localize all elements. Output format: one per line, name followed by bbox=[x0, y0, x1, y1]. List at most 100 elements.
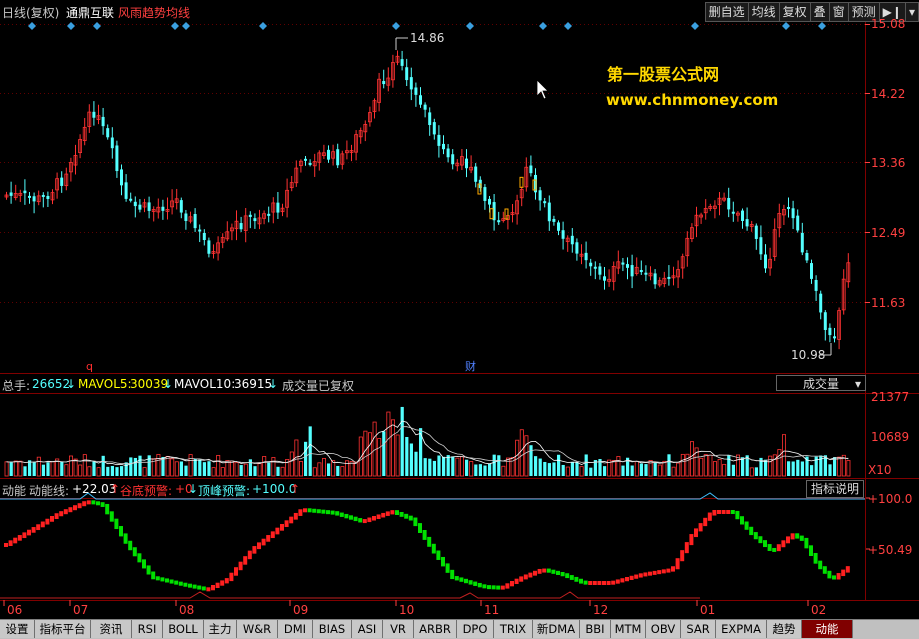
candle-body bbox=[796, 215, 800, 231]
tab-6[interactable]: W&R bbox=[237, 620, 278, 638]
mavol5-label: MAVOL5: bbox=[78, 377, 132, 391]
momentum-segment bbox=[473, 581, 478, 586]
candle-body bbox=[124, 182, 128, 199]
momentum-segment bbox=[303, 508, 307, 513]
tab-20[interactable]: 趋势 bbox=[767, 620, 802, 638]
momentum-segment bbox=[344, 513, 349, 519]
svg-text:13.36: 13.36 bbox=[871, 156, 905, 170]
momentum-segment bbox=[243, 556, 248, 565]
candle-body bbox=[147, 202, 151, 211]
candle-body bbox=[626, 264, 629, 268]
tab-1[interactable]: 指标平台 bbox=[35, 620, 91, 638]
signal-diamond-icon bbox=[818, 22, 826, 30]
tab-15[interactable]: BBI bbox=[580, 620, 611, 638]
volume-bar bbox=[653, 462, 657, 476]
momentum-segment bbox=[546, 568, 551, 573]
volume-bar bbox=[442, 456, 446, 476]
momentum-segment bbox=[459, 577, 464, 582]
tab-21[interactable]: 动能 bbox=[802, 620, 853, 638]
momentum-segment bbox=[174, 580, 179, 585]
volume-bar bbox=[60, 461, 64, 476]
momentum-segment bbox=[551, 569, 556, 574]
volume-bar bbox=[575, 462, 579, 476]
tab-16[interactable]: MTM bbox=[611, 620, 646, 638]
volume-bar bbox=[680, 453, 685, 477]
candle-body bbox=[198, 229, 202, 232]
highlight-candle bbox=[489, 208, 494, 220]
tab-10[interactable]: VR bbox=[383, 620, 414, 638]
tab-17[interactable]: OBV bbox=[646, 620, 681, 638]
indicator-panel-name[interactable]: 动能 bbox=[2, 482, 26, 499]
volume-bar bbox=[64, 464, 69, 477]
volume-bar bbox=[308, 426, 312, 476]
momentum-segment bbox=[8, 540, 13, 546]
momentum-segment bbox=[289, 516, 294, 524]
momentum-segment bbox=[611, 580, 616, 585]
momentum-segment bbox=[404, 513, 409, 519]
tab-19[interactable]: EXPMA bbox=[716, 620, 767, 638]
candle-body bbox=[193, 214, 197, 229]
momentum-segment bbox=[519, 576, 524, 582]
momentum-segment bbox=[661, 569, 666, 574]
candle-body bbox=[754, 225, 758, 239]
volume-bar bbox=[657, 464, 662, 477]
tab-5[interactable]: 主力 bbox=[204, 620, 237, 638]
volume-bar bbox=[304, 441, 308, 476]
tab-14[interactable]: 新DMA bbox=[533, 620, 580, 638]
tab-9[interactable]: ASI bbox=[352, 620, 383, 638]
tab-8[interactable]: BIAS bbox=[313, 620, 352, 638]
momentum-segment bbox=[721, 510, 726, 514]
volume-bar bbox=[280, 466, 285, 477]
candle-body bbox=[409, 77, 413, 90]
tab-18[interactable]: SAR bbox=[681, 620, 716, 638]
tab-7[interactable]: DMI bbox=[278, 620, 313, 638]
tab-0[interactable]: 设置 bbox=[0, 620, 35, 638]
momentum-segment bbox=[643, 572, 648, 577]
volume-bar bbox=[731, 464, 735, 476]
tab-3[interactable]: RSI bbox=[132, 620, 163, 638]
stock-chart[interactable]: 06 07 08 09 10 11 12 01 02 14.86 10.98 q 财 第一股票公… bbox=[0, 0, 919, 619]
volume-bar bbox=[317, 462, 322, 477]
momentum-segment bbox=[192, 584, 197, 589]
finance-marker[interactable]: 财 bbox=[465, 359, 476, 373]
momentum-segment bbox=[234, 567, 238, 576]
momentum-segment bbox=[698, 523, 703, 532]
candle-body bbox=[28, 195, 31, 198]
volume-bar bbox=[23, 466, 27, 476]
tab-11[interactable]: ARBR bbox=[414, 620, 457, 638]
momentum-segment bbox=[316, 509, 321, 514]
momentum-segment bbox=[358, 518, 363, 523]
tab-13[interactable]: TRIX bbox=[494, 620, 533, 638]
candle-body bbox=[115, 145, 119, 172]
momentum-segment bbox=[220, 580, 225, 586]
momentum-segment bbox=[615, 579, 620, 584]
candle-body bbox=[161, 206, 165, 211]
volume-bar bbox=[703, 454, 708, 477]
momentum-segment bbox=[832, 575, 836, 580]
low-price-label: 10.98 bbox=[791, 348, 825, 362]
volume-bar bbox=[409, 443, 413, 476]
candle-body bbox=[202, 232, 206, 241]
momentum-segment bbox=[413, 517, 418, 527]
volume-total-value: 26652 bbox=[32, 377, 71, 391]
momentum-segment bbox=[574, 576, 579, 582]
tab-2[interactable]: 资讯 bbox=[91, 620, 132, 638]
momentum-segment bbox=[689, 534, 694, 546]
candle-body bbox=[653, 273, 657, 285]
momentum-segment bbox=[510, 581, 514, 587]
volume-bar bbox=[188, 454, 193, 477]
volume-note: 成交量已复权 bbox=[282, 379, 355, 393]
volume-bar bbox=[634, 461, 639, 477]
momentum-segment bbox=[786, 536, 790, 544]
tab-4[interactable]: BOLL bbox=[163, 620, 204, 638]
momentum-segment bbox=[31, 527, 36, 533]
tab-12[interactable]: DPO bbox=[457, 620, 494, 638]
highlight-candle bbox=[519, 176, 524, 188]
indicator-help-button[interactable]: 指标说明 bbox=[806, 480, 864, 498]
candle-body bbox=[106, 128, 110, 138]
volume-bar bbox=[156, 454, 161, 477]
volume-bar bbox=[133, 457, 137, 476]
momentum-segment bbox=[579, 578, 583, 584]
volume-bar bbox=[193, 458, 197, 476]
volume-selector[interactable]: 成交量 ▾ bbox=[776, 375, 866, 391]
